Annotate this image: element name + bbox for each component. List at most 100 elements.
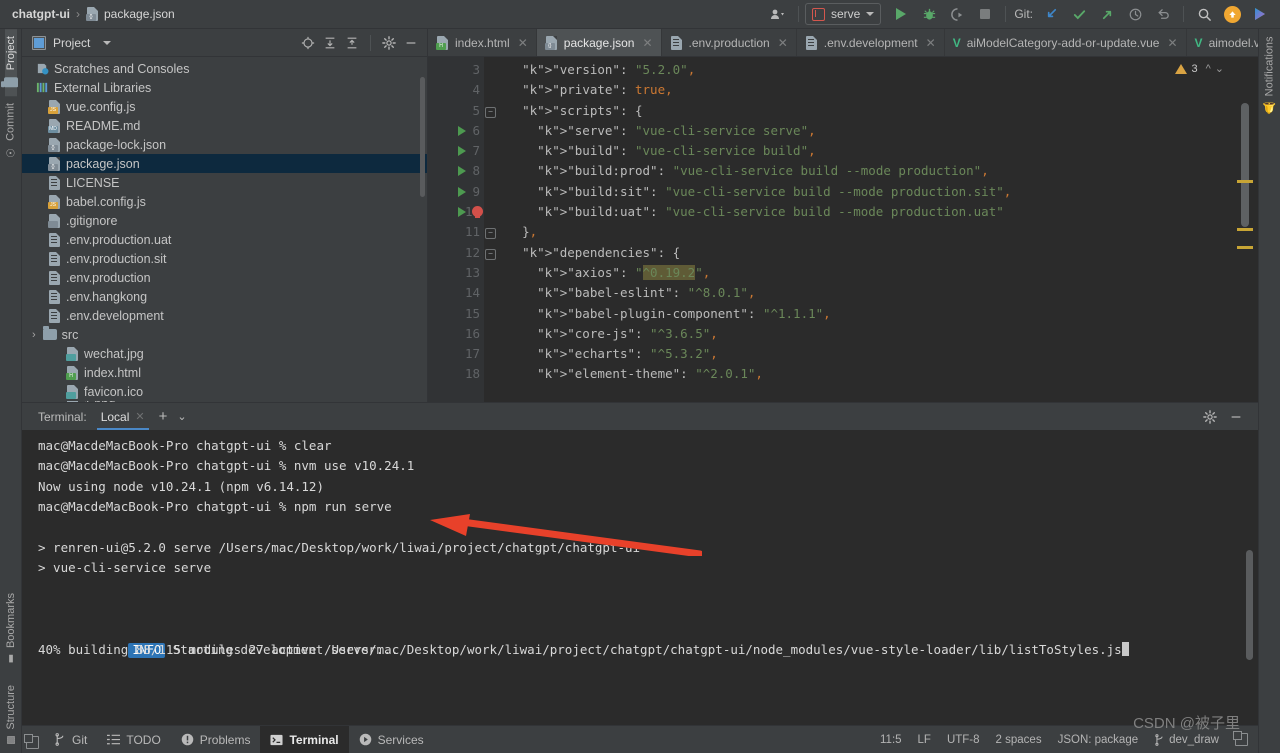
- run-line-icon[interactable]: [458, 146, 466, 157]
- gutter-line[interactable]: 15: [428, 304, 484, 324]
- search-icon[interactable]: [1190, 3, 1218, 25]
- chevron-right-icon[interactable]: ›: [32, 329, 36, 341]
- git-push-arrow-icon[interactable]: [1093, 3, 1121, 25]
- git-history-clock-icon[interactable]: [1121, 3, 1149, 25]
- intention-bulb-icon[interactable]: [472, 206, 483, 219]
- code-line[interactable]: "k">"echarts": "^5.3.2",: [484, 344, 1258, 364]
- gear-icon[interactable]: [1200, 407, 1220, 427]
- editor-gutter[interactable]: 345−67891011−12−131415161718: [428, 57, 496, 402]
- tree-item[interactable]: JS vue.config.js: [22, 97, 427, 116]
- tree-item[interactable]: .env.production.sit: [22, 249, 427, 268]
- gutter-line[interactable]: 17: [428, 344, 484, 364]
- gutter-line[interactable]: 4: [428, 80, 484, 100]
- editor-tab[interactable]: Hindex.html ✕: [428, 29, 537, 56]
- close-icon[interactable]: ✕: [926, 36, 936, 50]
- project-file-tree[interactable]: Scratches and Consoles External Libraries…: [22, 57, 427, 402]
- run-coverage-icon[interactable]: [943, 3, 971, 25]
- close-icon[interactable]: ✕: [135, 404, 144, 430]
- encoding[interactable]: UTF-8: [947, 734, 980, 746]
- tree-item[interactable]: wechat.jpg: [22, 344, 427, 363]
- gutter-line[interactable]: 7: [428, 141, 484, 161]
- code-line[interactable]: "k">"private": true,: [484, 80, 1258, 100]
- code-line[interactable]: "k">"element-theme": "^2.0.1",: [484, 364, 1258, 384]
- editor-code-area[interactable]: "k">"version": "5.2.0", "k">"private": t…: [484, 57, 1258, 402]
- sidebar-item-structure[interactable]: ▩ Structure: [5, 671, 17, 753]
- tree-item[interactable]: .env.production: [22, 268, 427, 287]
- editor-tab[interactable]: .env.development ✕: [797, 29, 945, 56]
- code-line[interactable]: "k">"scripts": {: [484, 101, 1258, 121]
- locate-target-icon[interactable]: [298, 33, 318, 53]
- close-icon[interactable]: ✕: [518, 36, 528, 50]
- caret-position[interactable]: 11:5: [880, 734, 902, 746]
- run-play-icon[interactable]: [887, 3, 915, 25]
- code-line[interactable]: "k">"build:uat": "vue-cli-service build …: [484, 202, 1258, 222]
- user-avatar-icon[interactable]: [764, 3, 792, 25]
- code-line[interactable]: "k">"core-js": "^3.6.5",: [484, 324, 1258, 344]
- run-line-icon[interactable]: [458, 166, 466, 177]
- code-line[interactable]: "k">"build:prod": "vue-cli-service build…: [484, 161, 1258, 181]
- gutter-line[interactable]: 9: [428, 182, 484, 202]
- indent-setting[interactable]: 2 spaces: [996, 734, 1042, 746]
- tree-item[interactable]: Hindex.html: [22, 363, 427, 382]
- tree-item[interactable]: {} package-lock.json: [22, 135, 427, 154]
- run-line-icon[interactable]: [458, 125, 466, 136]
- tree-item[interactable]: .env.hangkong: [22, 287, 427, 306]
- tree-item[interactable]: 1.png: [22, 401, 427, 402]
- gutter-line[interactable]: 8: [428, 161, 484, 181]
- editor-warning-indicator[interactable]: 3 ^ ⌄: [1175, 62, 1224, 75]
- resize-corner-icon[interactable]: [1233, 731, 1248, 746]
- status-bar-button-services[interactable]: Services: [349, 726, 434, 753]
- project-panel-title-group[interactable]: Project: [32, 35, 112, 50]
- tree-item[interactable]: › src: [22, 325, 427, 344]
- gutter-line[interactable]: 14: [428, 283, 484, 303]
- run-line-icon[interactable]: [458, 186, 466, 197]
- tree-item[interactable]: External Libraries: [22, 78, 427, 97]
- gutter-line[interactable]: 6: [428, 121, 484, 141]
- code-line[interactable]: },: [484, 222, 1258, 242]
- sidebar-item-commit[interactable]: ☉ Commit: [4, 96, 18, 166]
- code-editor[interactable]: 345−67891011−12−131415161718 "k">"versio…: [428, 57, 1258, 402]
- editor-marker[interactable]: [1237, 228, 1253, 231]
- project-scrollbar[interactable]: [420, 77, 425, 197]
- tree-item[interactable]: .gitignore: [22, 211, 427, 230]
- git-update-arrow-icon[interactable]: [1037, 3, 1065, 25]
- chevron-up-icon[interactable]: ^: [1206, 63, 1211, 75]
- close-icon[interactable]: ✕: [778, 36, 788, 50]
- minimize-icon[interactable]: [1226, 407, 1246, 427]
- account-update-icon[interactable]: [1218, 3, 1246, 25]
- plus-icon[interactable]: +: [159, 409, 168, 424]
- run-line-icon[interactable]: [458, 207, 466, 218]
- status-bar-button-git[interactable]: Git: [44, 726, 97, 753]
- gutter-line[interactable]: 10: [428, 202, 484, 222]
- chevron-down-icon[interactable]: [103, 40, 112, 45]
- ide-logo-icon[interactable]: [1246, 3, 1274, 25]
- sidebar-item-notifications[interactable]: 🔔 Notifications: [1263, 29, 1277, 124]
- gutter-line[interactable]: 3: [428, 60, 484, 80]
- gutter-line[interactable]: 16: [428, 324, 484, 344]
- gutter-line[interactable]: 18: [428, 364, 484, 384]
- collapse-all-icon[interactable]: [342, 33, 362, 53]
- code-line[interactable]: "k">"version": "5.2.0",: [484, 60, 1258, 80]
- tree-item[interactable]: JS babel.config.js: [22, 192, 427, 211]
- close-icon[interactable]: ✕: [642, 36, 652, 50]
- stop-square-icon[interactable]: [971, 3, 999, 25]
- file-type[interactable]: JSON: package: [1058, 734, 1139, 746]
- gear-icon[interactable]: [379, 33, 399, 53]
- tree-item[interactable]: MD README.md: [22, 116, 427, 135]
- terminal-session-tab[interactable]: Local ✕: [97, 404, 149, 430]
- tree-item[interactable]: .env.production.uat: [22, 230, 427, 249]
- gutter-line[interactable]: 5−: [428, 101, 496, 121]
- terminal-output[interactable]: mac@MacdeMacBook-Pro chatgpt-ui % clear m…: [22, 430, 1258, 725]
- editor-tab[interactable]: .env.production ✕: [662, 29, 797, 56]
- gutter-line[interactable]: 11−: [428, 222, 496, 242]
- git-commit-check-icon[interactable]: [1065, 3, 1093, 25]
- tree-item[interactable]: {} package.json: [22, 154, 427, 173]
- chevron-down-icon[interactable]: ⌄: [1215, 62, 1224, 75]
- run-configuration-selector[interactable]: serve: [804, 3, 882, 25]
- code-line[interactable]: "k">"build": "vue-cli-service build",: [484, 141, 1258, 161]
- editor-tab[interactable]: VaiModelCategory-add-or-update.vue ✕: [945, 29, 1187, 56]
- breadcrumb-project[interactable]: chatgpt-ui: [12, 7, 70, 21]
- tree-item[interactable]: Scratches and Consoles: [22, 59, 427, 78]
- code-line[interactable]: "k">"axios": "^0.19.2",: [484, 263, 1258, 283]
- line-separator[interactable]: LF: [918, 734, 931, 746]
